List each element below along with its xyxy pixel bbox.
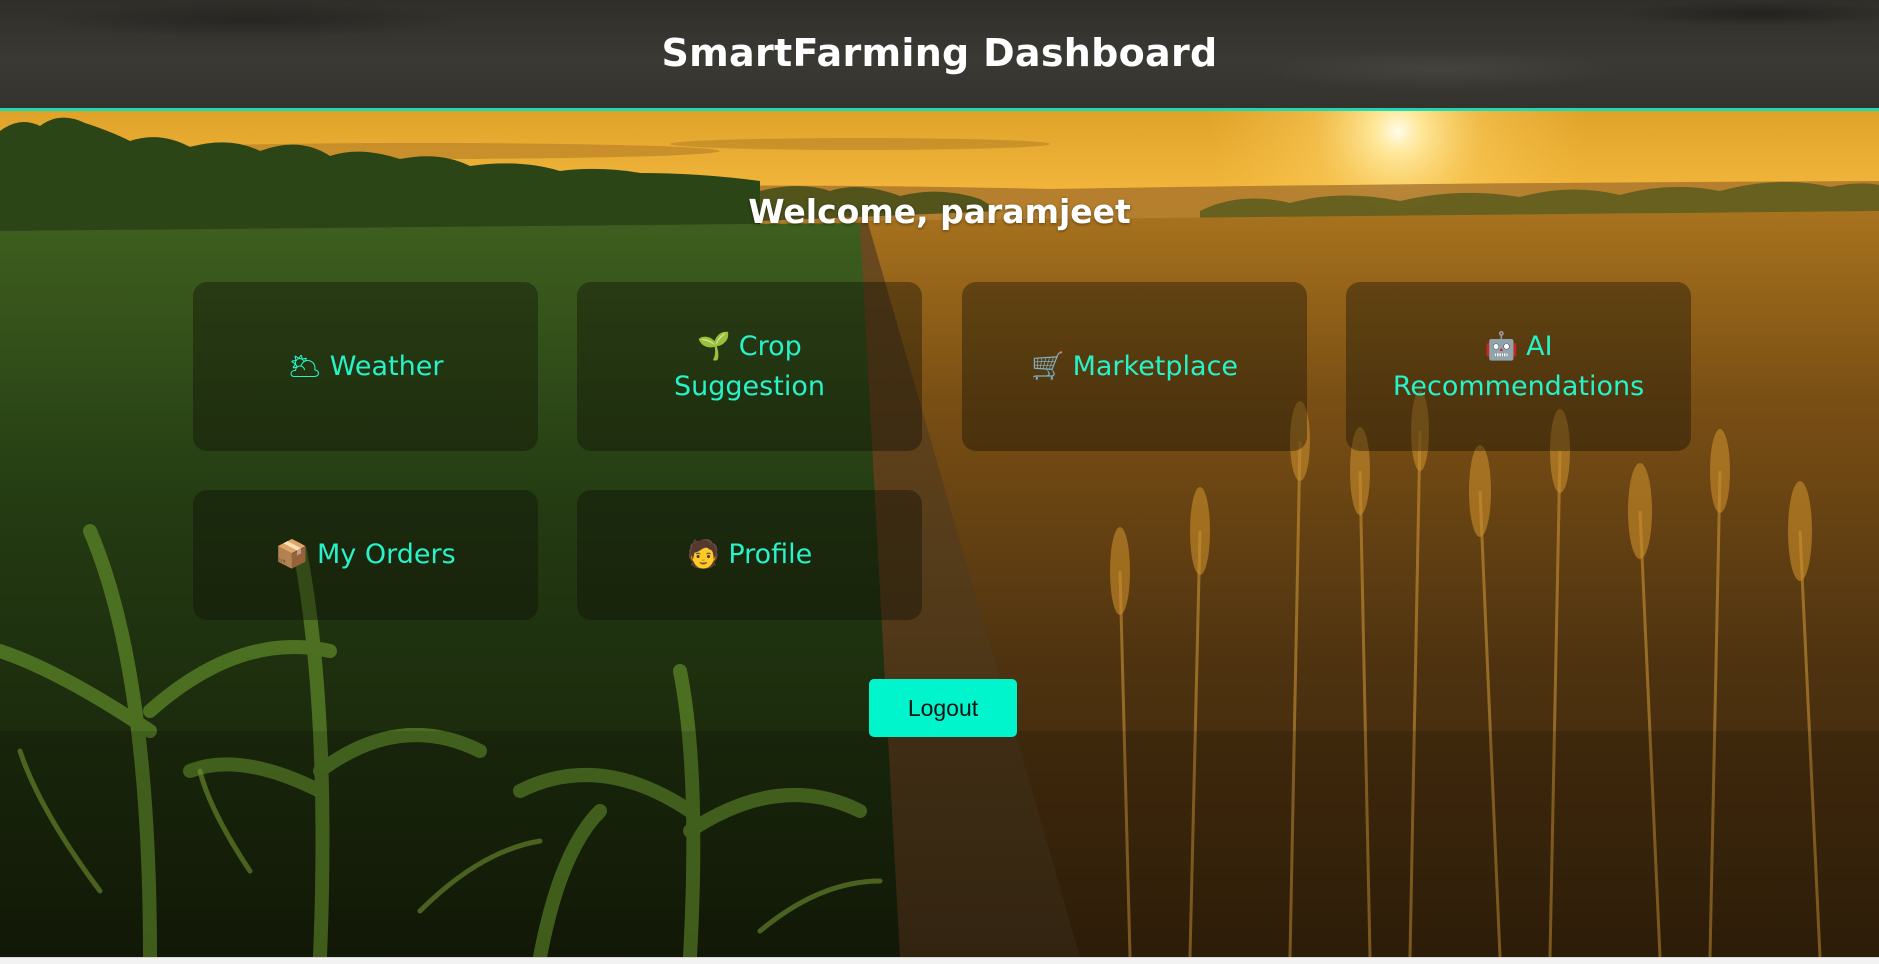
card-weather[interactable]: 🌥 Weather <box>193 282 538 451</box>
card-crop-suggestion[interactable]: 🌱 Crop Suggestion <box>577 282 922 451</box>
dashboard-page: SmartFarming Dashboard Welcome, paramjee… <box>0 0 1879 957</box>
page-bottom-edge <box>0 957 1879 964</box>
welcome-message: Welcome, paramjeet <box>748 192 1131 231</box>
top-header: SmartFarming Dashboard <box>0 0 1879 111</box>
card-profile[interactable]: 🧑 Profile <box>577 490 922 620</box>
card-label: Marketplace <box>1072 350 1239 382</box>
card-label: AI Recommendations <box>1392 330 1645 402</box>
user-icon: 🧑 <box>686 539 721 570</box>
logout-button[interactable]: Logout <box>869 679 1017 737</box>
shopping-cart-icon: 🛒 <box>1030 350 1065 382</box>
card-my-orders[interactable]: 📦 My Orders <box>193 490 538 620</box>
cloud-sun-icon: 🌥 <box>287 350 322 382</box>
card-label: Profile <box>728 539 813 570</box>
card-marketplace[interactable]: 🛒 Marketplace <box>962 282 1307 451</box>
page-title: SmartFarming Dashboard <box>661 31 1218 75</box>
package-icon: 📦 <box>275 539 309 570</box>
card-ai-recommendations[interactable]: 🤖 AI Recommendations <box>1346 282 1691 451</box>
seedling-icon: 🌱 <box>697 330 731 362</box>
card-label: Weather <box>329 350 444 382</box>
card-label: My Orders <box>316 539 456 570</box>
robot-icon: 🤖 <box>1484 330 1519 362</box>
